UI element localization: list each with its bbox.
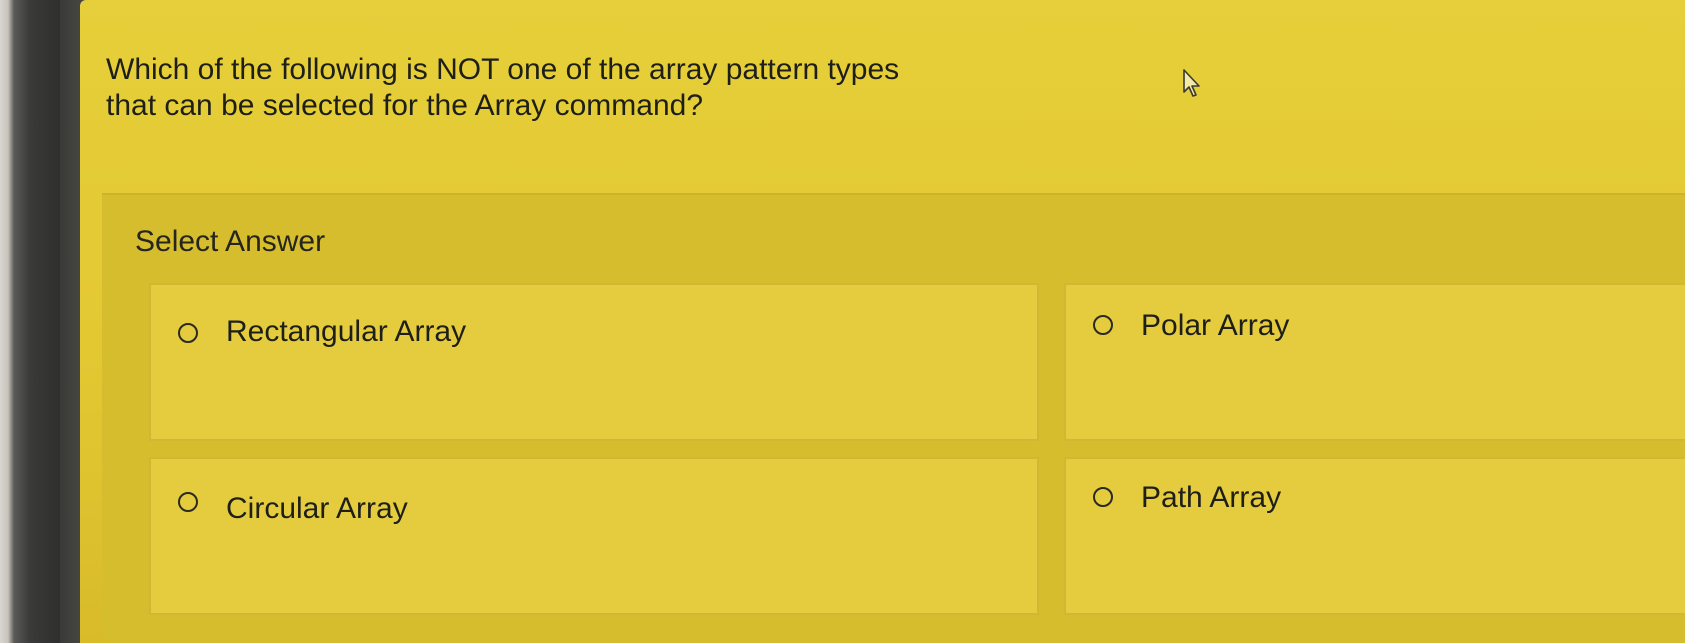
answer-option-rectangular-array[interactable]: Rectangular Array <box>149 283 1039 441</box>
photo-frame: Which of the following is NOT one of the… <box>0 0 1685 643</box>
radio-button-unchecked-icon[interactable] <box>1093 487 1113 507</box>
answer-panel: Select Answer Rectangular Array Polar Ar… <box>102 193 1685 643</box>
question-line-1: Which of the following is NOT one of the… <box>106 53 900 86</box>
answer-option-circular-array[interactable]: Circular Array <box>149 457 1039 615</box>
answer-option-polar-array[interactable]: Polar Array <box>1064 283 1685 441</box>
answer-option-label: Path Array <box>1141 481 1282 514</box>
select-answer-label: Select Answer <box>135 225 326 258</box>
answer-option-path-array[interactable]: Path Array <box>1064 457 1685 615</box>
mouse-pointer-icon <box>1183 69 1200 97</box>
monitor-bezel-left <box>0 0 60 643</box>
radio-button-unchecked-icon[interactable] <box>1093 315 1113 335</box>
question-text: Which of the following is NOT one of the… <box>106 52 1066 124</box>
answer-option-label: Polar Array <box>1141 309 1290 342</box>
quiz-screen: Which of the following is NOT one of the… <box>80 0 1685 643</box>
answer-option-label: Rectangular Array <box>226 315 467 348</box>
radio-button-unchecked-icon[interactable] <box>178 492 198 512</box>
question-line-2: that can be selected for the Array comma… <box>106 89 703 122</box>
answer-option-label: Circular Array <box>226 492 408 525</box>
radio-button-unchecked-icon[interactable] <box>178 323 198 343</box>
